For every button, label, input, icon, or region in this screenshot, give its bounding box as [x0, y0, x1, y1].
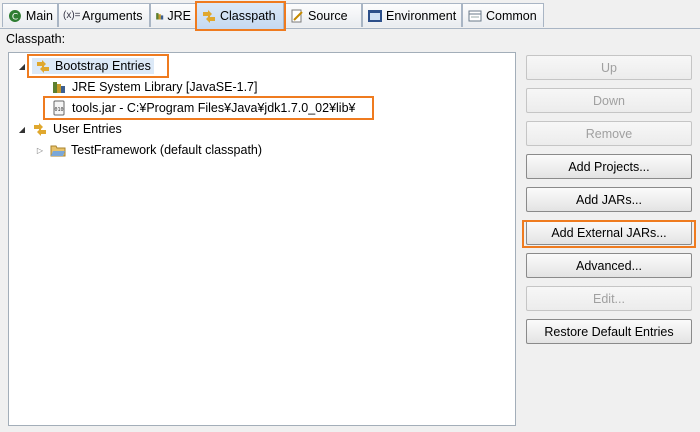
testframework-label: TestFramework (default classpath) [71, 143, 263, 157]
expand-triangle-icon[interactable]: ▷ [35, 145, 45, 155]
tools-jar-label: tools.jar - C:¥Program Files¥Java¥jdk1.7… [72, 101, 356, 115]
user-entries-label: User Entries [53, 122, 122, 136]
tab-main[interactable]: C Main [2, 3, 58, 27]
advanced-button[interactable]: Advanced... [526, 253, 692, 278]
tab-main-label: Main [25, 8, 53, 23]
tab-source[interactable]: Source [284, 3, 362, 27]
jar-file-icon: 010 [53, 100, 65, 116]
tab-environment-label: Environment [386, 8, 457, 23]
common-icon [468, 10, 482, 21]
tree-item-user-entries[interactable]: ◢ User Entries [17, 119, 122, 139]
tab-environment[interactable]: Environment [362, 3, 462, 27]
classpath-icon [203, 10, 215, 23]
svg-text:010: 010 [54, 107, 63, 113]
classpath-section-label: Classpath: [6, 32, 66, 46]
up-button[interactable]: Up [526, 55, 692, 80]
tab-bar: C Main (x)= Arguments JRE Classpath Sour… [0, 0, 700, 29]
remove-button[interactable]: Remove [526, 121, 692, 146]
add-external-jars-button[interactable]: Add External JARs... [526, 220, 692, 245]
classpath-entries-icon [34, 123, 46, 136]
arguments-icon: (x)= [63, 9, 81, 21]
project-folder-icon [50, 145, 66, 157]
tab-jre-label: JRE [167, 8, 191, 23]
bootstrap-entries-label: Bootstrap Entries [55, 59, 151, 73]
tab-classpath[interactable]: Classpath [196, 2, 284, 29]
tab-arguments-label: Arguments [82, 8, 143, 23]
tab-jre[interactable]: JRE [150, 3, 196, 27]
tree-item-jre-library[interactable]: JRE System Library [JavaSE-1.7] [51, 77, 257, 97]
bootstrap-selection: Bootstrap Entries [32, 58, 154, 74]
classpath-tree[interactable]: ◢ Bootstrap Entries JRE System Library [… [8, 52, 516, 426]
tab-source-label: Source [308, 8, 348, 23]
collapse-triangle-icon[interactable]: ◢ [17, 61, 27, 71]
jre-library-label: JRE System Library [JavaSE-1.7] [72, 80, 258, 94]
restore-default-entries-button[interactable]: Restore Default Entries [526, 319, 692, 344]
tab-common[interactable]: Common [462, 3, 544, 27]
jre-library-icon [156, 12, 164, 20]
environment-icon [368, 9, 382, 22]
tree-item-bootstrap-entries[interactable]: ◢ Bootstrap Entries [17, 56, 154, 76]
add-projects-button[interactable]: Add Projects... [526, 154, 692, 179]
jre-library-icon [53, 82, 65, 93]
edit-button[interactable]: Edit... [526, 286, 692, 311]
down-button[interactable]: Down [526, 88, 692, 113]
collapse-triangle-icon[interactable]: ◢ [17, 124, 27, 134]
main-run-icon: C [8, 9, 21, 22]
svg-text:C: C [12, 12, 18, 22]
source-icon [291, 9, 303, 22]
tab-common-label: Common [486, 8, 537, 23]
tab-arguments[interactable]: (x)= Arguments [58, 3, 150, 27]
tree-item-tools-jar[interactable]: 010 tools.jar - C:¥Program Files¥Java¥jd… [51, 98, 355, 118]
tree-item-testframework[interactable]: ▷ TestFramework (default classpath) [35, 140, 262, 160]
tab-classpath-label: Classpath [220, 9, 276, 23]
classpath-entries-icon [37, 60, 49, 73]
add-jars-button[interactable]: Add JARs... [526, 187, 692, 212]
